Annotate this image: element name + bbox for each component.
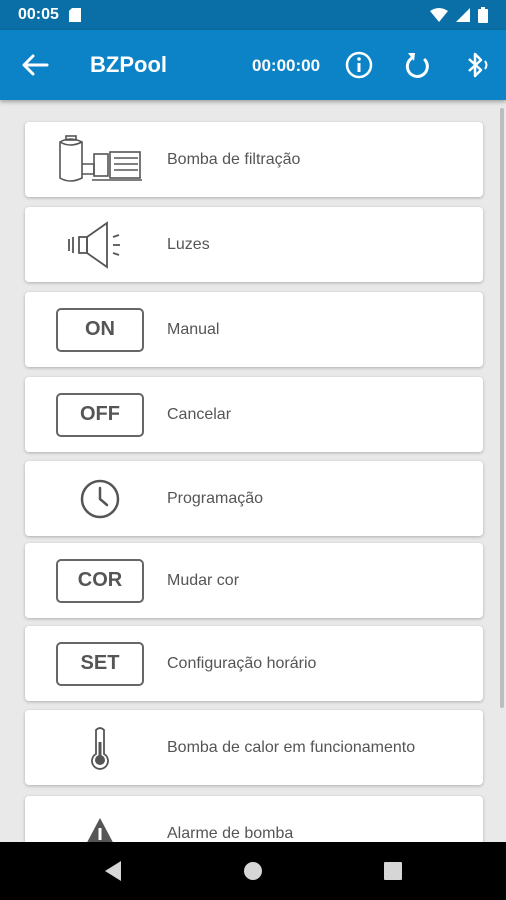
menu-item-lights[interactable]: Luzes — [25, 207, 483, 282]
menu-item-manual[interactable]: ON Manual — [25, 292, 483, 367]
menu-item-heat-pump[interactable]: Bomba de calor em funcionamento — [25, 710, 483, 785]
menu-item-label: Configuração horário — [167, 655, 317, 672]
clock-icon — [80, 479, 120, 518]
warning-icon — [86, 817, 114, 842]
menu-item-label: Manual — [167, 321, 220, 338]
timer-display: 00:00:00 — [252, 56, 321, 75]
refresh-icon[interactable] — [403, 50, 433, 80]
menu-list: Bomba de filtração Luzes ON Manual OFF C… — [0, 100, 506, 842]
set-tag: SET — [56, 641, 144, 686]
menu-item-label: Bomba de calor em funcionamento — [167, 739, 416, 756]
menu-item-label: Mudar cor — [167, 572, 240, 589]
on-tag: ON — [56, 307, 144, 352]
signal-icon — [456, 8, 470, 22]
menu-item-change-color[interactable]: COR Mudar cor — [25, 543, 483, 618]
back-arrow-icon[interactable] — [20, 51, 50, 79]
status-time: 00:05 — [18, 6, 59, 23]
menu-item-label: Alarme de bomba — [167, 825, 294, 842]
menu-item-filtration-pump[interactable]: Bomba de filtração — [25, 122, 483, 197]
scrollbar[interactable] — [500, 108, 504, 708]
menu-item-time-setting[interactable]: SET Configuração horário — [25, 626, 483, 701]
app-bar: BZPool 00:00:00 — [0, 30, 506, 100]
info-icon[interactable] — [344, 50, 374, 80]
menu-item-label: Programação — [167, 490, 264, 507]
app-title: BZPool — [90, 52, 167, 77]
thermometer-icon — [91, 726, 109, 770]
nav-home-icon[interactable] — [241, 859, 265, 883]
sd-card-icon — [68, 8, 81, 22]
bluetooth-icon[interactable] — [462, 50, 492, 80]
menu-item-label: Bomba de filtração — [167, 151, 301, 168]
pump-icon — [59, 134, 142, 182]
navigation-bar — [0, 842, 506, 900]
wifi-icon — [430, 8, 448, 22]
off-tag: OFF — [56, 392, 144, 437]
menu-item-schedule[interactable]: Programação — [25, 461, 483, 536]
menu-item-pump-alarm[interactable]: Alarme de bomba — [25, 796, 483, 842]
battery-icon — [478, 7, 488, 23]
status-bar: 00:05 — [0, 0, 506, 30]
nav-recents-icon[interactable] — [381, 859, 405, 883]
cor-tag: COR — [56, 558, 144, 603]
menu-item-label: Luzes — [167, 236, 210, 253]
speaker-icon — [68, 220, 120, 269]
nav-back-icon[interactable] — [101, 859, 125, 883]
menu-item-label: Cancelar — [167, 406, 232, 423]
menu-item-cancel[interactable]: OFF Cancelar — [25, 377, 483, 452]
